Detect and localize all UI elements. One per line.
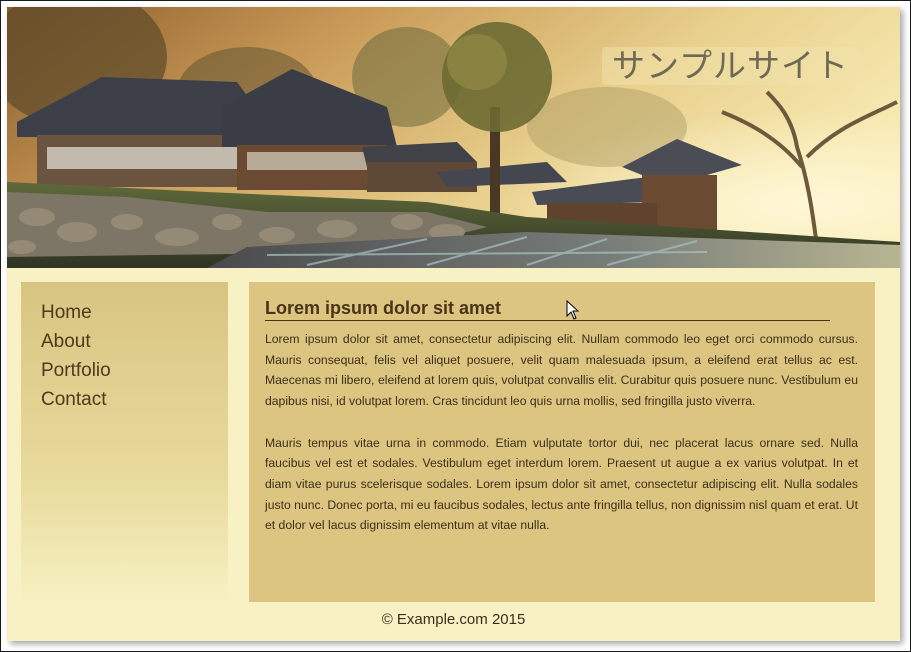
page-container: サンプルサイト Home About Portfolio Contact Lor…	[7, 7, 900, 641]
article-body: Lorem ipsum dolor sit amet, consectetur …	[265, 329, 858, 557]
browser-frame: サンプルサイト Home About Portfolio Contact Lor…	[0, 0, 911, 652]
site-title: サンプルサイト	[602, 47, 860, 85]
nav-menu: Home About Portfolio Contact	[21, 282, 228, 416]
sidebar: Home About Portfolio Contact	[21, 282, 228, 607]
main-content: Lorem ipsum dolor sit amet Lorem ipsum d…	[249, 282, 875, 602]
article-paragraph: Mauris tempus vitae urna in commodo. Eti…	[265, 435, 858, 533]
nav-item-portfolio[interactable]: Portfolio	[41, 358, 228, 387]
article-title: Lorem ipsum dolor sit amet	[265, 296, 830, 321]
article-paragraph: Lorem ipsum dolor sit amet, consectetur …	[265, 332, 858, 409]
arrow-cursor-icon	[566, 300, 580, 320]
header-banner: サンプルサイト	[7, 7, 900, 268]
footer-copyright: © Example.com 2015	[381, 611, 526, 628]
nav-item-about[interactable]: About	[41, 329, 228, 358]
nav-item-home[interactable]: Home	[41, 300, 228, 329]
nav-item-contact[interactable]: Contact	[41, 387, 228, 416]
